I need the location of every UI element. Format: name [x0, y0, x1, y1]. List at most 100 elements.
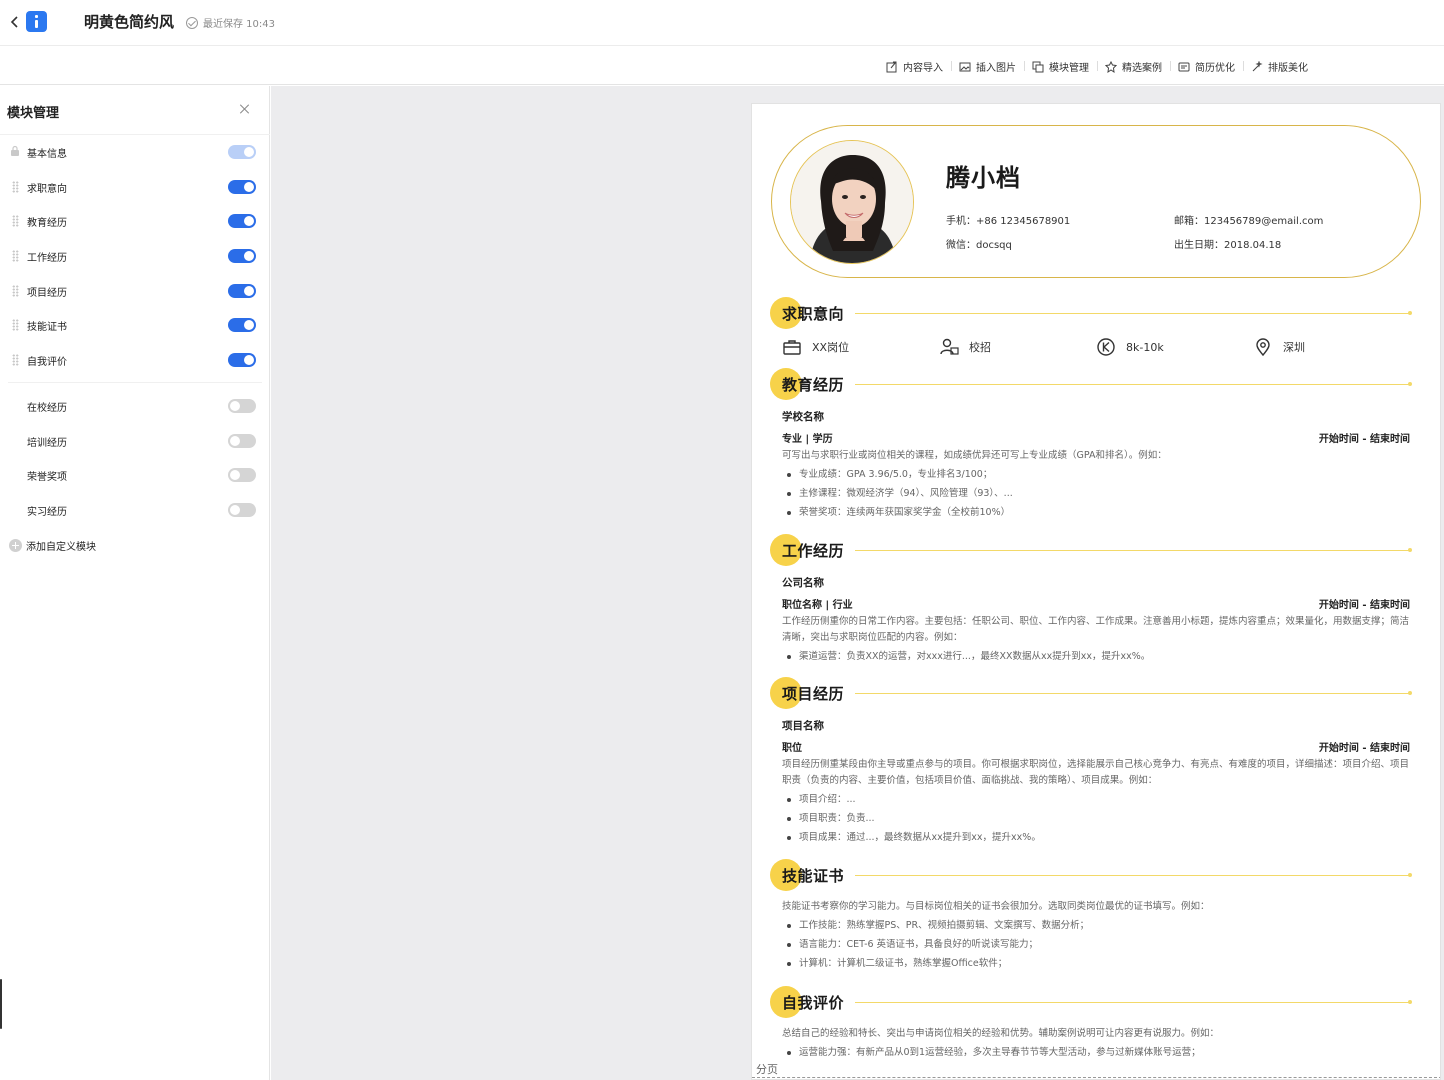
module-row-education[interactable]: 教育经历: [0, 204, 270, 238]
school-name[interactable]: 学校名称: [782, 409, 824, 424]
insert-image-button[interactable]: 插入图片: [951, 59, 1024, 74]
intent-city[interactable]: 深圳: [1253, 337, 1305, 357]
section-project-header[interactable]: 项目经历: [770, 675, 1412, 711]
intent-type[interactable]: 校招: [939, 337, 991, 357]
drag-handle-icon[interactable]: [12, 215, 19, 227]
resume-header[interactable]: 腾小档 手机：+86 12345678901 邮箱：123456789@emai…: [771, 125, 1421, 278]
toolbar: 内容导入 插入图片 模块管理 精选案例 简历优化 排版美化: [0, 47, 1444, 85]
module-toggle[interactable]: [228, 399, 256, 413]
email-text[interactable]: 邮箱：123456789@email.com: [1174, 212, 1323, 227]
module-toggle[interactable]: [228, 434, 256, 448]
work-description[interactable]: 工作经历侧重你的日常工作内容。主要包括：任职公司、职位、工作内容、工作成果。注意…: [782, 614, 1412, 646]
module-row-honors[interactable]: 荣誉奖项: [0, 458, 270, 492]
import-content-button[interactable]: 内容导入: [886, 59, 951, 74]
phone-text[interactable]: 手机：+86 12345678901: [946, 212, 1070, 227]
section-job-intent-header[interactable]: 求职意向: [770, 295, 1412, 331]
module-toggle[interactable]: [228, 214, 256, 228]
back-arrow-icon[interactable]: [8, 14, 22, 30]
resume-optimize-button[interactable]: 简历优化: [1170, 59, 1243, 74]
self-eval-bullets[interactable]: 运营能力强：有新产品从0到1运营经验，多次主导春节节等大型活动，参与过新媒体账号…: [782, 1043, 1412, 1062]
project-role[interactable]: 职位: [782, 739, 802, 754]
job-role[interactable]: 职位名称 | 行业: [782, 596, 853, 611]
save-status-text: 最近保存 10:43: [203, 19, 275, 30]
project-name[interactable]: 项目名称: [782, 718, 824, 733]
list-item: 语言能力：CET-6 英语证书，具备良好的听说读写能力；: [782, 935, 1412, 954]
module-manage-label: 模块管理: [1049, 63, 1089, 74]
module-toggle[interactable]: [228, 145, 256, 159]
module-toggle[interactable]: [228, 284, 256, 298]
document-title[interactable]: 明黄色简约风: [84, 11, 174, 32]
module-toggle[interactable]: [228, 249, 256, 263]
cases-icon: [1105, 60, 1117, 73]
module-row-campus[interactable]: 在校经历: [0, 389, 270, 423]
module-row-project[interactable]: 项目经历: [0, 274, 270, 308]
module-row-training[interactable]: 培训经历: [0, 424, 270, 458]
section-rule: [855, 691, 1412, 695]
module-label: 基本信息: [27, 149, 67, 160]
project-bullets[interactable]: 项目介绍：... 项目职责：负责... 项目成果：通过...，最终数据从xx提升…: [782, 790, 1412, 847]
intent-salary-text: 8k-10k: [1126, 340, 1164, 354]
drag-handle-icon[interactable]: [12, 354, 19, 366]
module-label: 教育经历: [27, 218, 67, 229]
section-title: 工作经历: [782, 542, 845, 560]
work-bullets[interactable]: 渠道运营：负责XX的运营，对xxx进行...，最终XX数据从xx提升到xx，提升…: [782, 647, 1412, 666]
list-item: 项目职责：负责...: [782, 809, 1412, 828]
module-row-basic-info[interactable]: 基本信息: [0, 135, 270, 169]
module-toggle[interactable]: [228, 180, 256, 194]
education-time[interactable]: 开始时间 - 结束时间: [1319, 430, 1410, 445]
list-item: 主修课程：微观经济学（94）、风险管理（93）、...: [782, 484, 1412, 503]
section-rule: [855, 873, 1412, 877]
list-item: 运营能力强：有新产品从0到1运营经验，多次主导春节节等大型活动，参与过新媒体账号…: [782, 1043, 1412, 1062]
drag-handle-icon[interactable]: [12, 285, 19, 297]
section-skills-header[interactable]: 技能证书: [770, 857, 1412, 893]
self-eval-description[interactable]: 总结自己的经验和特长、突出与申请岗位相关的经验和优势。辅助案例说明可让内容更有说…: [782, 1026, 1412, 1042]
add-custom-module-button[interactable]: 添加自定义模块: [9, 538, 96, 553]
module-row-skills[interactable]: 技能证书: [0, 308, 270, 342]
skills-description[interactable]: 技能证书考察你的学习能力。与目标岗位相关的证书会很加分。选取同类岗位最优的证书填…: [782, 899, 1412, 915]
close-icon[interactable]: [238, 102, 252, 116]
drag-handle-icon[interactable]: [12, 250, 19, 262]
intent-type-text: 校招: [969, 341, 991, 354]
birth-text[interactable]: 出生日期：2018.04.18: [1174, 236, 1281, 251]
app-logo-icon[interactable]: [26, 11, 47, 32]
resume-name[interactable]: 腾小档: [946, 158, 1021, 193]
intent-position[interactable]: XX岗位: [782, 337, 849, 357]
section-self-eval-header[interactable]: 自我评价: [770, 984, 1412, 1020]
module-toggle[interactable]: [228, 318, 256, 332]
beautify-icon: [1252, 60, 1263, 71]
resume-page[interactable]: 腾小档 手机：+86 12345678901 邮箱：123456789@emai…: [751, 103, 1441, 1080]
optimize-icon: [1178, 62, 1190, 71]
featured-cases-button[interactable]: 精选案例: [1097, 59, 1170, 74]
avatar[interactable]: [790, 140, 914, 264]
module-row-work[interactable]: 工作经历: [0, 239, 270, 273]
intent-position-text: XX岗位: [812, 341, 850, 354]
skills-bullets[interactable]: 工作技能：熟练掌握PS、PR、视频拍摄剪辑、文案撰写、数据分析； 语言能力：CE…: [782, 916, 1412, 973]
major-degree[interactable]: 专业 | 学历: [782, 430, 833, 445]
drag-handle-icon[interactable]: [12, 181, 19, 193]
module-row-job-intent[interactable]: 求职意向: [0, 170, 270, 204]
section-work-header[interactable]: 工作经历: [770, 532, 1412, 568]
divider: [8, 382, 262, 383]
intent-salary[interactable]: 8k-10k: [1096, 337, 1164, 357]
company-name[interactable]: 公司名称: [782, 575, 824, 590]
layout-beautify-button[interactable]: 排版美化: [1243, 59, 1316, 74]
lock-icon: [11, 145, 19, 156]
section-education-header[interactable]: 教育经历: [770, 366, 1412, 402]
module-row-internship[interactable]: 实习经历: [0, 493, 270, 527]
drag-handle-icon[interactable]: [12, 319, 19, 331]
education-bullets[interactable]: 专业成绩：GPA 3.96/5.0，专业排名3/100； 主修课程：微观经济学（…: [782, 465, 1412, 522]
scroll-handle[interactable]: [0, 979, 2, 1029]
module-manage-button[interactable]: 模块管理: [1024, 59, 1097, 74]
work-time[interactable]: 开始时间 - 结束时间: [1319, 596, 1410, 611]
module-toggle[interactable]: [228, 353, 256, 367]
project-time[interactable]: 开始时间 - 结束时间: [1319, 739, 1410, 754]
intent-city-text: 深圳: [1283, 341, 1305, 354]
panel-title: 模块管理: [7, 106, 60, 121]
education-description[interactable]: 可写出与求职行业或岗位相关的课程，如成绩优异还可写上专业成绩（GPA和排名）。例…: [782, 448, 1412, 464]
saved-check-icon: [186, 16, 198, 29]
module-toggle[interactable]: [228, 468, 256, 482]
wechat-text[interactable]: 微信：docsqq: [946, 236, 1012, 251]
module-row-self-eval[interactable]: 自我评价: [0, 343, 270, 377]
module-toggle[interactable]: [228, 503, 256, 517]
project-description[interactable]: 项目经历侧重某段由你主导或重点参与的项目。你可根据求职岗位，选择能展示自己核心竞…: [782, 757, 1412, 789]
